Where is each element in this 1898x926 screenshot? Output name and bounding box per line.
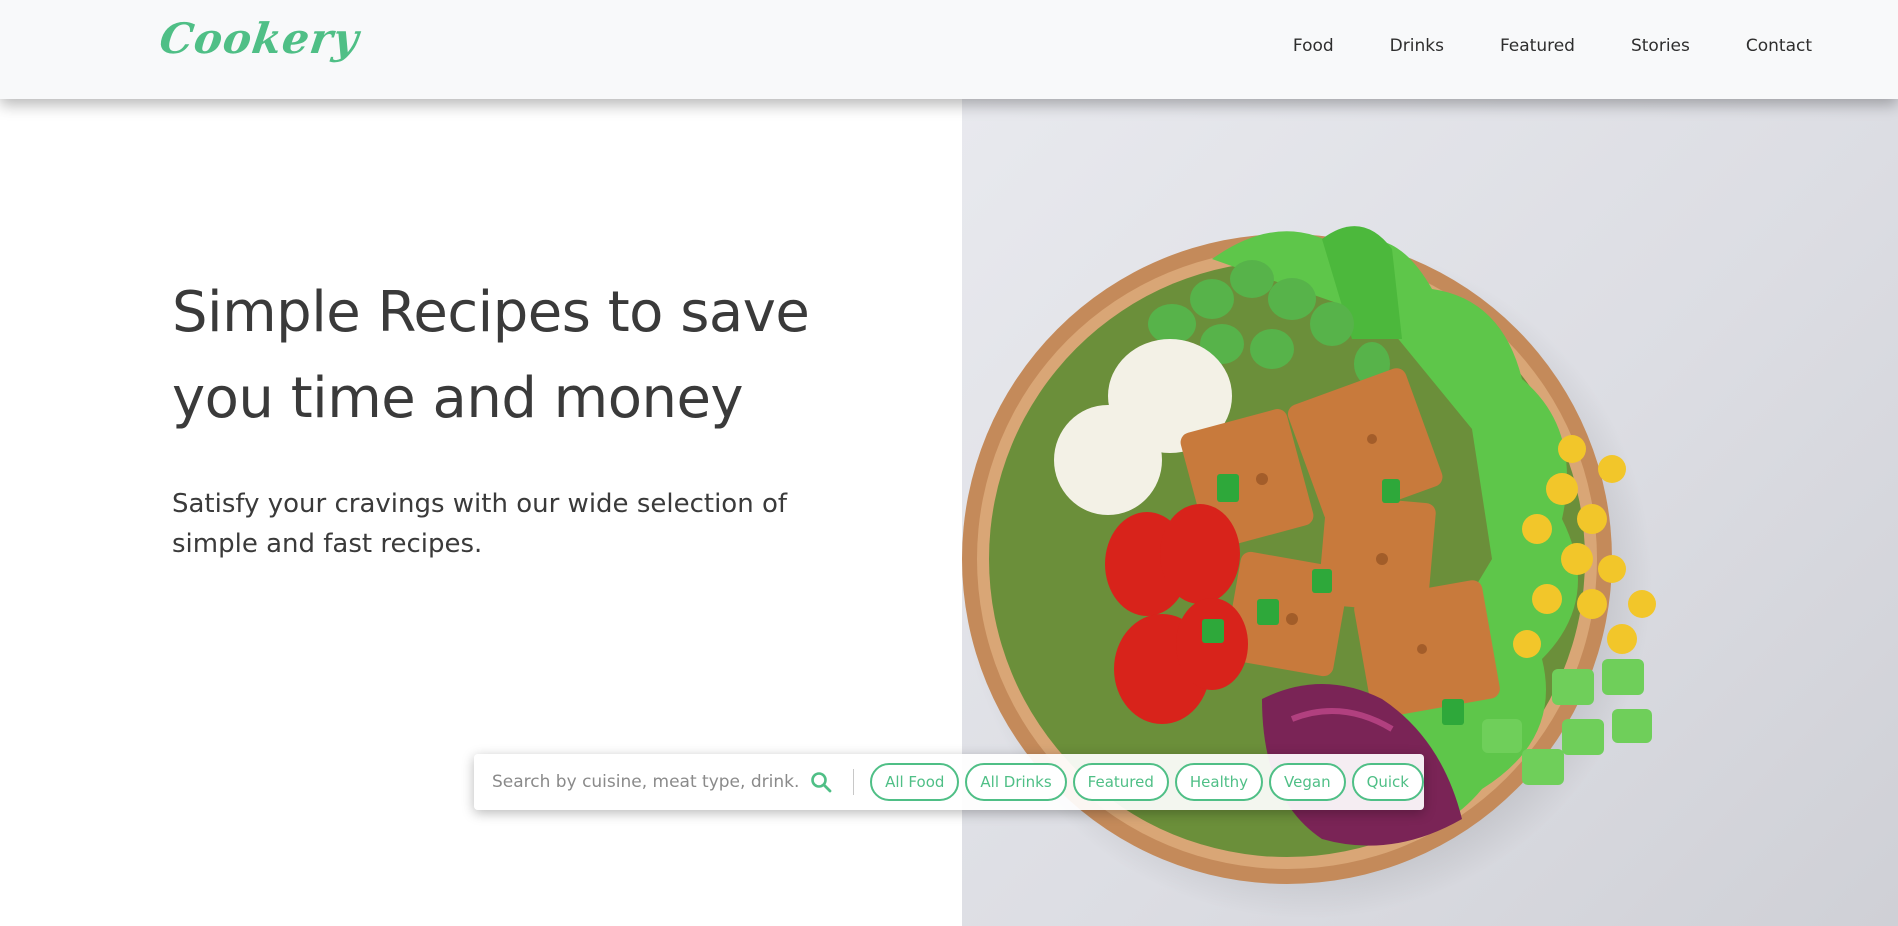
chip-all-drinks[interactable]: All Drinks: [965, 763, 1067, 801]
nav-contact-link[interactable]: Contact: [1746, 36, 1812, 56]
main-nav: Food Drinks Featured Stories Contact: [1293, 36, 1812, 56]
filter-chips: All Food All Drinks Featured Healthy Veg…: [870, 763, 1424, 801]
hero-title-line-2: you time and money: [172, 366, 744, 431]
chip-all-food[interactable]: All Food: [870, 763, 960, 801]
search-divider: [853, 769, 855, 795]
search-input[interactable]: [492, 764, 801, 800]
site-header: Cookery Food Drinks Featured Stories Con…: [0, 0, 1898, 99]
chip-quick[interactable]: Quick: [1351, 763, 1424, 801]
hero-subtitle-line-1: Satisfy your cravings with our wide sele…: [172, 489, 787, 519]
chip-healthy[interactable]: Healthy: [1174, 763, 1264, 801]
hero-subtitle: Satisfy your cravings with our wide sele…: [172, 484, 852, 564]
hero-title: Simple Recipes to save you time and mone…: [172, 270, 932, 442]
nav-featured-link[interactable]: Featured: [1500, 36, 1575, 56]
hero-title-line-1: Simple Recipes to save: [172, 280, 810, 345]
chip-vegan[interactable]: Vegan: [1269, 763, 1346, 801]
logo[interactable]: Cookery: [157, 14, 363, 63]
search-icon[interactable]: [808, 769, 833, 795]
nav-drinks-link[interactable]: Drinks: [1390, 36, 1444, 56]
hero-subtitle-line-2: simple and fast recipes.: [172, 529, 483, 559]
nav-food-link[interactable]: Food: [1293, 36, 1334, 56]
search-bar: All Food All Drinks Featured Healthy Veg…: [474, 754, 1424, 810]
nav-stories-link[interactable]: Stories: [1631, 36, 1690, 56]
chip-featured[interactable]: Featured: [1072, 763, 1169, 801]
